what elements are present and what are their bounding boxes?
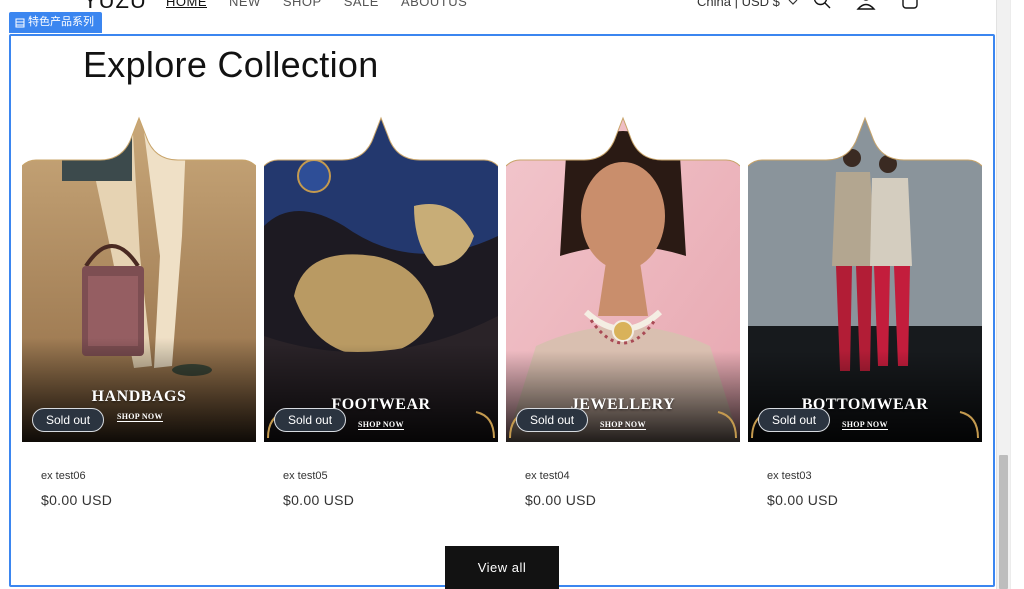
product-title[interactable]: ex test04 [525,470,740,482]
bottomwear-image [748,116,982,442]
shop-now-link[interactable]: SHOP NOW [117,412,163,422]
cart-icon[interactable] [900,0,920,10]
product-image[interactable]: HANDBAGS SHOP NOW Sold out [22,116,256,442]
site-header: YUZU HOME NEW SHOP SALE ABOUTUS China | … [0,0,996,18]
footwear-image [264,116,498,442]
product-image[interactable]: BOTTOMWEAR SHOP NOW Sold out [748,116,982,442]
product-card[interactable]: FOOTWEAR SHOP NOW Sold out ex test05 $0.… [264,116,498,508]
sold-out-badge: Sold out [758,408,831,432]
sold-out-badge: Sold out [516,408,589,432]
account-icon[interactable] [856,0,876,10]
section-title: Explore Collection [83,44,379,85]
product-price: $0.00 USD [525,492,597,508]
grid-icon [15,18,25,27]
product-price: $0.00 USD [767,492,839,508]
shop-now-link[interactable]: SHOP NOW [358,420,404,430]
nav-new[interactable]: NEW [229,0,261,9]
view-all-button[interactable]: View all [445,546,559,589]
product-title[interactable]: ex test06 [41,470,256,482]
country-selector[interactable]: China | USD $ [697,0,798,9]
nav-sale[interactable]: SALE [344,0,379,9]
product-image[interactable]: JEWELLERY SHOP NOW Sold out [506,116,740,442]
product-card[interactable]: JEWELLERY SHOP NOW Sold out ex test04 $0… [506,116,740,508]
side-gutter [1010,0,1024,589]
product-info: ex test03 $0.00 USD [748,442,982,508]
nav-aboutus[interactable]: ABOUTUS [401,0,467,9]
vertical-scrollbar[interactable] [996,0,1010,589]
sold-out-badge: Sold out [32,408,105,432]
product-info: ex test05 $0.00 USD [264,442,498,508]
product-card[interactable]: BOTTOMWEAR SHOP NOW Sold out ex test03 $… [748,116,982,508]
jewellery-image [506,116,740,442]
header-icons [812,0,920,10]
product-title[interactable]: ex test05 [283,470,498,482]
nav-shop[interactable]: SHOP [283,0,322,9]
nav-home[interactable]: HOME [166,0,207,9]
search-icon[interactable] [812,0,832,10]
product-grid: HANDBAGS SHOP NOW Sold out ex test06 $0.… [22,116,982,508]
editor-section-tag-label: 特色产品系列 [28,16,94,28]
editor-section-tag[interactable]: 特色产品系列 [9,12,102,33]
shop-now-link[interactable]: SHOP NOW [600,420,646,430]
product-image[interactable]: FOOTWEAR SHOP NOW Sold out [264,116,498,442]
product-info: ex test04 $0.00 USD [506,442,740,508]
chevron-down-icon [788,0,798,5]
product-price: $0.00 USD [41,492,113,508]
scrollbar-thumb[interactable] [999,455,1008,589]
shop-now-link[interactable]: SHOP NOW [842,420,888,430]
product-card[interactable]: HANDBAGS SHOP NOW Sold out ex test06 $0.… [22,116,256,508]
sold-out-badge: Sold out [274,408,347,432]
category-label: HANDBAGS [91,388,187,405]
product-info: ex test06 $0.00 USD [22,442,256,508]
country-selector-label: China | USD $ [697,0,780,9]
product-title[interactable]: ex test03 [767,470,982,482]
page: YUZU HOME NEW SHOP SALE ABOUTUS China | … [0,0,1024,589]
product-price: $0.00 USD [283,492,355,508]
main-nav: HOME NEW SHOP SALE ABOUTUS [166,0,467,9]
